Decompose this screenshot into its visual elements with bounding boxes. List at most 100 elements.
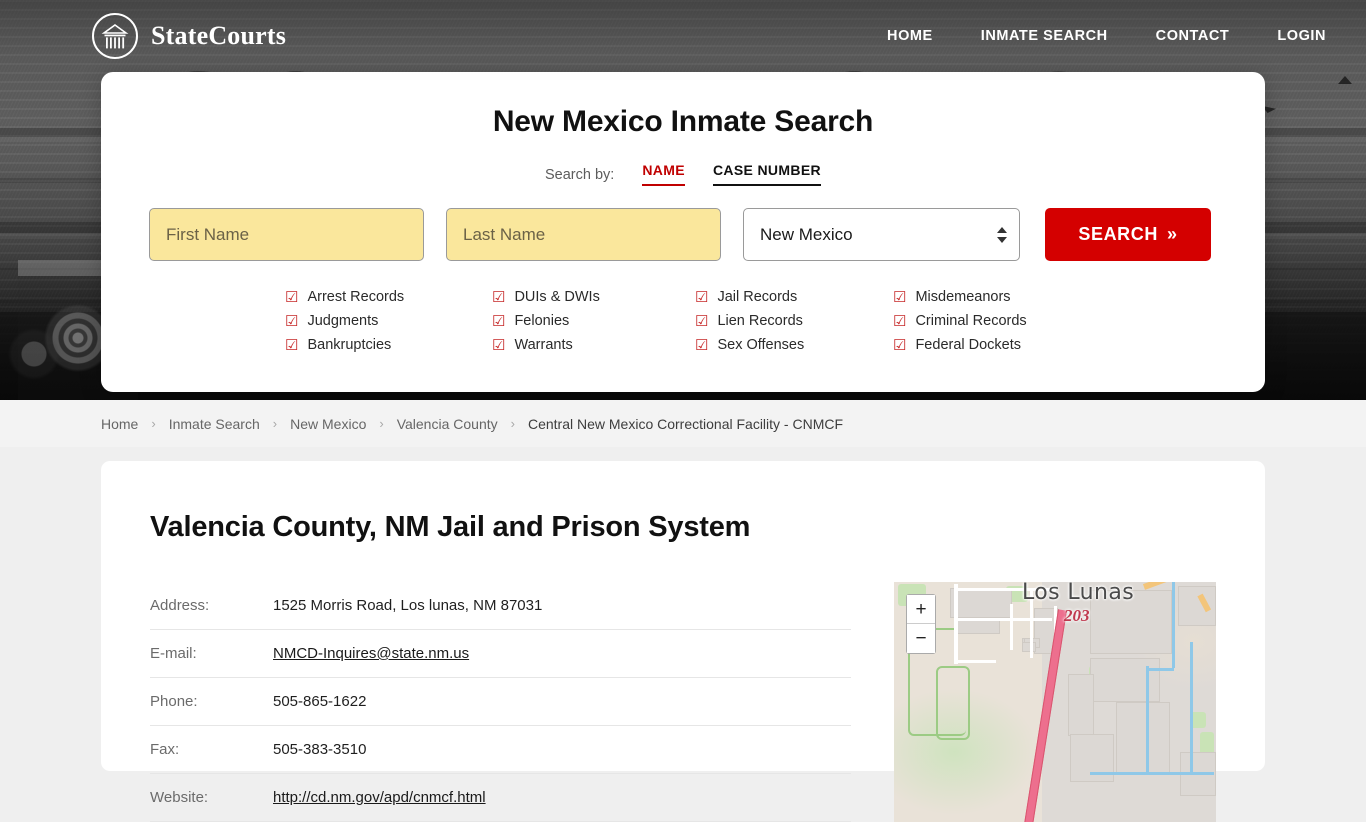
map-waterway (1190, 642, 1193, 772)
breadcrumb-item-home[interactable]: Home (101, 416, 138, 432)
record-type-item[interactable]: ☑ Criminal Records (893, 309, 1217, 333)
map-waterway (1146, 668, 1174, 671)
info-key: Website: (150, 773, 273, 822)
map-road (954, 584, 958, 664)
breadcrumb-item-valencia-county[interactable]: Valencia County (397, 416, 498, 432)
record-type-label: Sex Offenses (717, 337, 805, 353)
checkbox-checked-icon: ☑ (893, 336, 907, 354)
email-link[interactable]: NMCD-Inquires@state.nm.us (273, 645, 469, 662)
map-city-label: Los Lunas (1022, 582, 1135, 605)
record-type-label: Misdemeanors (915, 289, 1011, 305)
info-key: Address: (150, 582, 273, 630)
map-zoom-controls: + − (906, 594, 936, 654)
search-card-title: New Mexico Inmate Search (492, 105, 874, 138)
info-value-phone: 505-865-1622 (273, 677, 851, 726)
tab-case-number[interactable]: CASE NUMBER (712, 162, 822, 186)
record-type-label: Federal Dockets (915, 337, 1022, 353)
checkbox-checked-icon: ☑ (695, 312, 709, 330)
checkbox-checked-icon: ☑ (695, 336, 709, 354)
record-type-label: Lien Records (717, 313, 803, 329)
breadcrumb-item-current: Central New Mexico Correctional Facility… (527, 415, 844, 432)
inmate-search-card: New Mexico Inmate Search Search by: NAME… (101, 72, 1265, 392)
record-type-item[interactable]: ☑ Misdemeanors (893, 285, 1217, 309)
map-block (1090, 658, 1160, 702)
state-select[interactable]: New Mexico (743, 208, 1020, 261)
facility-info-card: Valencia County, NM Jail and Prison Syst… (101, 461, 1265, 822)
record-type-item[interactable]: ☑ Lien Records (695, 309, 893, 333)
state-select-wrapper: New Mexico (743, 208, 1020, 261)
record-type-item[interactable]: ☑ Felonies (492, 309, 695, 333)
top-navigation-bar: StateCourts HOME INMATE SEARCH CONTACT L… (0, 0, 1366, 72)
breadcrumb: Home › Inmate Search › New Mexico › Vale… (101, 416, 843, 432)
chevron-right-icon: › (510, 416, 515, 431)
facility-info-table: Address: 1525 Morris Road, Los lunas, NM… (150, 582, 851, 822)
record-type-label: DUIs & DWIs (514, 289, 600, 305)
double-chevron-right-icon: » (1166, 224, 1178, 244)
record-type-label: Arrest Records (307, 289, 405, 305)
brand-logo[interactable]: StateCourts (92, 13, 286, 59)
website-link[interactable]: http://cd.nm.gov/apd/cnmcf.html (273, 789, 486, 806)
table-row: Phone: 505-865-1622 (150, 677, 851, 726)
table-row: Address: 1525 Morris Road, Los lunas, NM… (150, 582, 851, 630)
breadcrumb-bar: Home › Inmate Search › New Mexico › Vale… (0, 400, 1366, 447)
map-road (956, 660, 996, 663)
record-type-item[interactable]: ☑ Warrants (492, 333, 695, 357)
nav-item-home[interactable]: HOME (887, 28, 933, 44)
map-block (1068, 674, 1094, 736)
record-type-item[interactable]: ☑ Arrest Records (285, 285, 492, 309)
map-block (1022, 642, 1036, 652)
search-button[interactable]: SEARCH » (1045, 208, 1211, 261)
checkbox-checked-icon: ☑ (695, 288, 709, 306)
record-type-label: Judgments (307, 313, 379, 329)
chevron-right-icon: › (151, 416, 156, 431)
nav-item-login[interactable]: LOGIN (1277, 28, 1326, 44)
search-by-row: Search by: NAME CASE NUMBER (149, 162, 1217, 186)
map-route-shield: 203 (1064, 606, 1090, 625)
record-type-item[interactable]: ☑ DUIs & DWIs (492, 285, 695, 309)
search-by-label: Search by: (544, 167, 615, 183)
record-type-item[interactable]: ☑ Jail Records (695, 285, 893, 309)
location-map[interactable]: Los Lunas 203 + − (894, 582, 1216, 822)
info-value-website: http://cd.nm.gov/apd/cnmcf.html (273, 773, 851, 822)
record-type-label: Jail Records (717, 289, 798, 305)
chevron-right-icon: › (379, 416, 384, 431)
checkbox-checked-icon: ☑ (285, 312, 299, 330)
tab-name[interactable]: NAME (642, 162, 685, 186)
breadcrumb-item-new-mexico[interactable]: New Mexico (290, 416, 366, 432)
record-type-item[interactable]: ☑ Sex Offenses (695, 333, 893, 357)
map-road (1010, 604, 1013, 650)
map-zoom-in-button[interactable]: + (907, 595, 935, 624)
record-type-label: Bankruptcies (307, 337, 392, 353)
record-type-label: Criminal Records (915, 313, 1027, 329)
courthouse-circle-icon (92, 13, 138, 59)
map-waterway (1172, 582, 1175, 668)
nav-item-inmate-search[interactable]: INMATE SEARCH (981, 28, 1108, 44)
record-type-item[interactable]: ☑ Judgments (285, 309, 492, 333)
first-name-input[interactable] (149, 208, 424, 261)
record-type-item[interactable]: ☑ Federal Dockets (893, 333, 1217, 357)
hero-banner: COURT HOUSE StateCourts HOM (0, 0, 1366, 400)
record-type-item[interactable]: ☑ Bankruptcies (285, 333, 492, 357)
brand-name: StateCourts (151, 21, 287, 50)
chevron-right-icon: › (272, 416, 278, 431)
breadcrumb-item-inmate-search[interactable]: Inmate Search (169, 416, 260, 432)
info-value-address: 1525 Morris Road, Los lunas, NM 87031 (273, 582, 851, 630)
search-button-label: SEARCH (1078, 224, 1158, 244)
map-zoom-out-button[interactable]: − (907, 624, 935, 653)
map-trail (936, 666, 970, 740)
record-type-label: Felonies (514, 313, 570, 329)
map-block (950, 588, 1012, 618)
page-title: Valencia County, NM Jail and Prison Syst… (150, 511, 751, 543)
map-block (1116, 702, 1170, 774)
last-name-input[interactable] (446, 208, 721, 261)
checkbox-checked-icon: ☑ (492, 336, 506, 354)
info-value-fax: 505-383-3510 (273, 725, 851, 774)
info-key: Fax: (150, 725, 273, 774)
checkbox-checked-icon: ☑ (492, 288, 506, 306)
checkbox-checked-icon: ☑ (893, 312, 907, 330)
checkbox-checked-icon: ☑ (285, 336, 299, 354)
table-row: Website: http://cd.nm.gov/apd/cnmcf.html (150, 773, 851, 822)
nav-item-contact[interactable]: CONTACT (1156, 28, 1230, 44)
map-waterway (1090, 772, 1214, 775)
main-nav: HOME INMATE SEARCH CONTACT LOGIN (887, 28, 1326, 44)
